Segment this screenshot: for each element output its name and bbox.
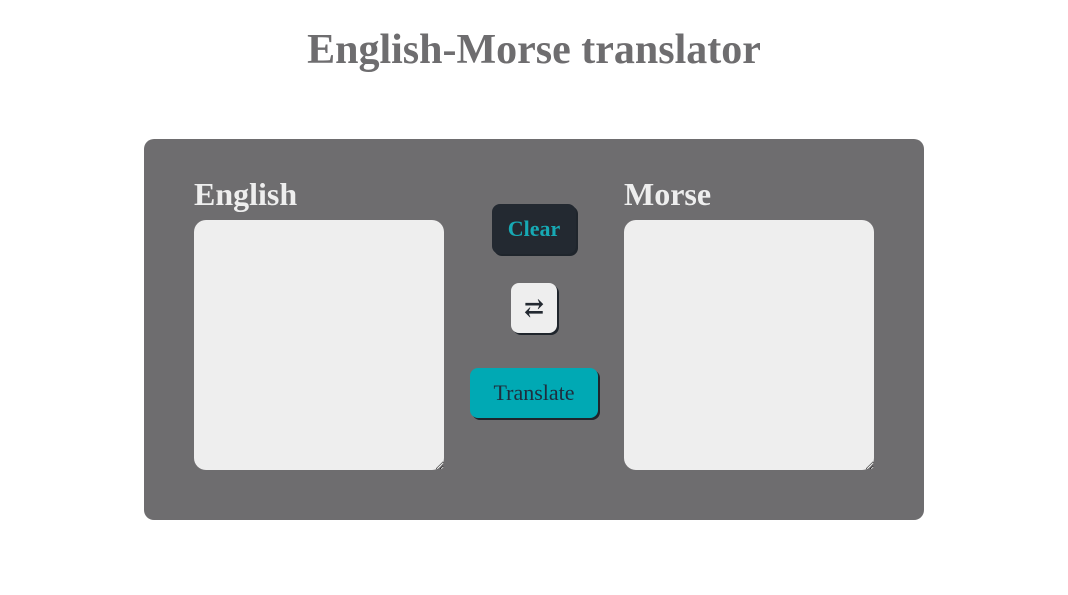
morse-label: Morse bbox=[624, 176, 712, 212]
morse-output[interactable] bbox=[624, 220, 874, 470]
clear-button[interactable]: Clear bbox=[492, 204, 576, 254]
english-input[interactable] bbox=[194, 220, 444, 470]
english-label: English bbox=[194, 176, 298, 212]
swap-arrows-icon: ⇄ bbox=[523, 296, 545, 322]
page-title: English-Morse translator bbox=[307, 27, 761, 73]
swap-button[interactable]: ⇄ bbox=[511, 283, 557, 333]
translate-button[interactable]: Translate bbox=[470, 368, 598, 418]
